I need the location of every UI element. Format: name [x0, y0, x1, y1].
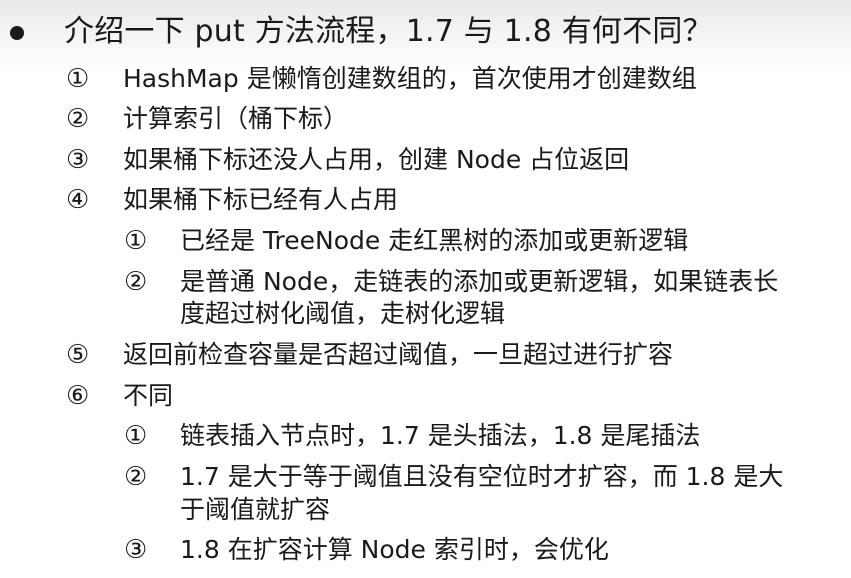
item-text: HashMap 是懒惰创建数组的，首次使用才创建数组	[123, 64, 697, 93]
item-number: ①	[66, 64, 90, 94]
sub-list-item: ③ 1.8 在扩容计算 Node 索引时，会优化	[0, 533, 851, 567]
list-item: ④ 如果桶下标已经有人占用	[0, 183, 851, 217]
item-text: 1.8 在扩容计算 Node 索引时，会优化	[180, 535, 609, 564]
item-text: 1.7 是大于等于阈值且没有空位时才扩容，而 1.8 是大	[180, 462, 784, 491]
list-item: ⑥ 不同	[0, 379, 851, 413]
sub-list-item: ② 是普通 Node，走链表的添加或更新逻辑，如果链表长	[0, 265, 851, 299]
item-text-continuation: 于阈值就扩容	[180, 495, 331, 524]
item-number: ③	[124, 535, 148, 565]
item-text: 计算索引（桶下标）	[123, 104, 349, 133]
list-item: ⑤ 返回前检查容量是否超过阈值，一旦超过进行扩容	[0, 338, 851, 372]
sub-list-item: ② 1.7 是大于等于阈值且没有空位时才扩容，而 1.8 是大	[0, 460, 851, 494]
sub-list-item-continuation: 度超过树化阈值，走树化逻辑	[0, 297, 851, 331]
item-number: ②	[124, 267, 148, 297]
item-number: ②	[124, 462, 148, 492]
item-number: ①	[124, 421, 148, 451]
item-text: 链表插入节点时，1.7 是头插法，1.8 是尾插法	[180, 421, 701, 450]
item-text: 如果桶下标已经有人占用	[123, 185, 399, 214]
item-number: ①	[124, 226, 148, 256]
item-number: ⑥	[66, 381, 90, 411]
sub-list-item: ① 链表插入节点时，1.7 是头插法，1.8 是尾插法	[0, 419, 851, 453]
item-number: ④	[66, 185, 90, 215]
sub-list-item: ① 已经是 TreeNode 走红黑树的添加或更新逻辑	[0, 224, 851, 258]
sub-list-item-continuation: 于阈值就扩容	[0, 493, 851, 527]
slide-title: 介绍一下 put 方法流程，1.7 与 1.8 有何不同？	[64, 14, 713, 49]
item-text-continuation: 度超过树化阈值，走树化逻辑	[180, 299, 506, 328]
list-item: ③ 如果桶下标还没人占用，创建 Node 占位返回	[0, 143, 851, 177]
title-bullet	[10, 26, 24, 40]
item-text: 返回前检查容量是否超过阈值，一旦超过进行扩容	[123, 340, 674, 369]
item-text: 已经是 TreeNode 走红黑树的添加或更新逻辑	[180, 226, 689, 255]
item-number: ⑤	[66, 340, 90, 370]
item-text: 如果桶下标还没人占用，创建 Node 占位返回	[123, 145, 630, 174]
item-number: ②	[66, 104, 90, 134]
item-number: ③	[66, 145, 90, 175]
item-text: 不同	[123, 381, 174, 410]
list-item: ② 计算索引（桶下标）	[0, 102, 851, 136]
item-text: 是普通 Node，走链表的添加或更新逻辑，如果链表长	[180, 267, 779, 296]
slide: 介绍一下 put 方法流程，1.7 与 1.8 有何不同？ ① HashMap …	[0, 0, 851, 578]
list-item: ① HashMap 是懒惰创建数组的，首次使用才创建数组	[0, 62, 851, 96]
